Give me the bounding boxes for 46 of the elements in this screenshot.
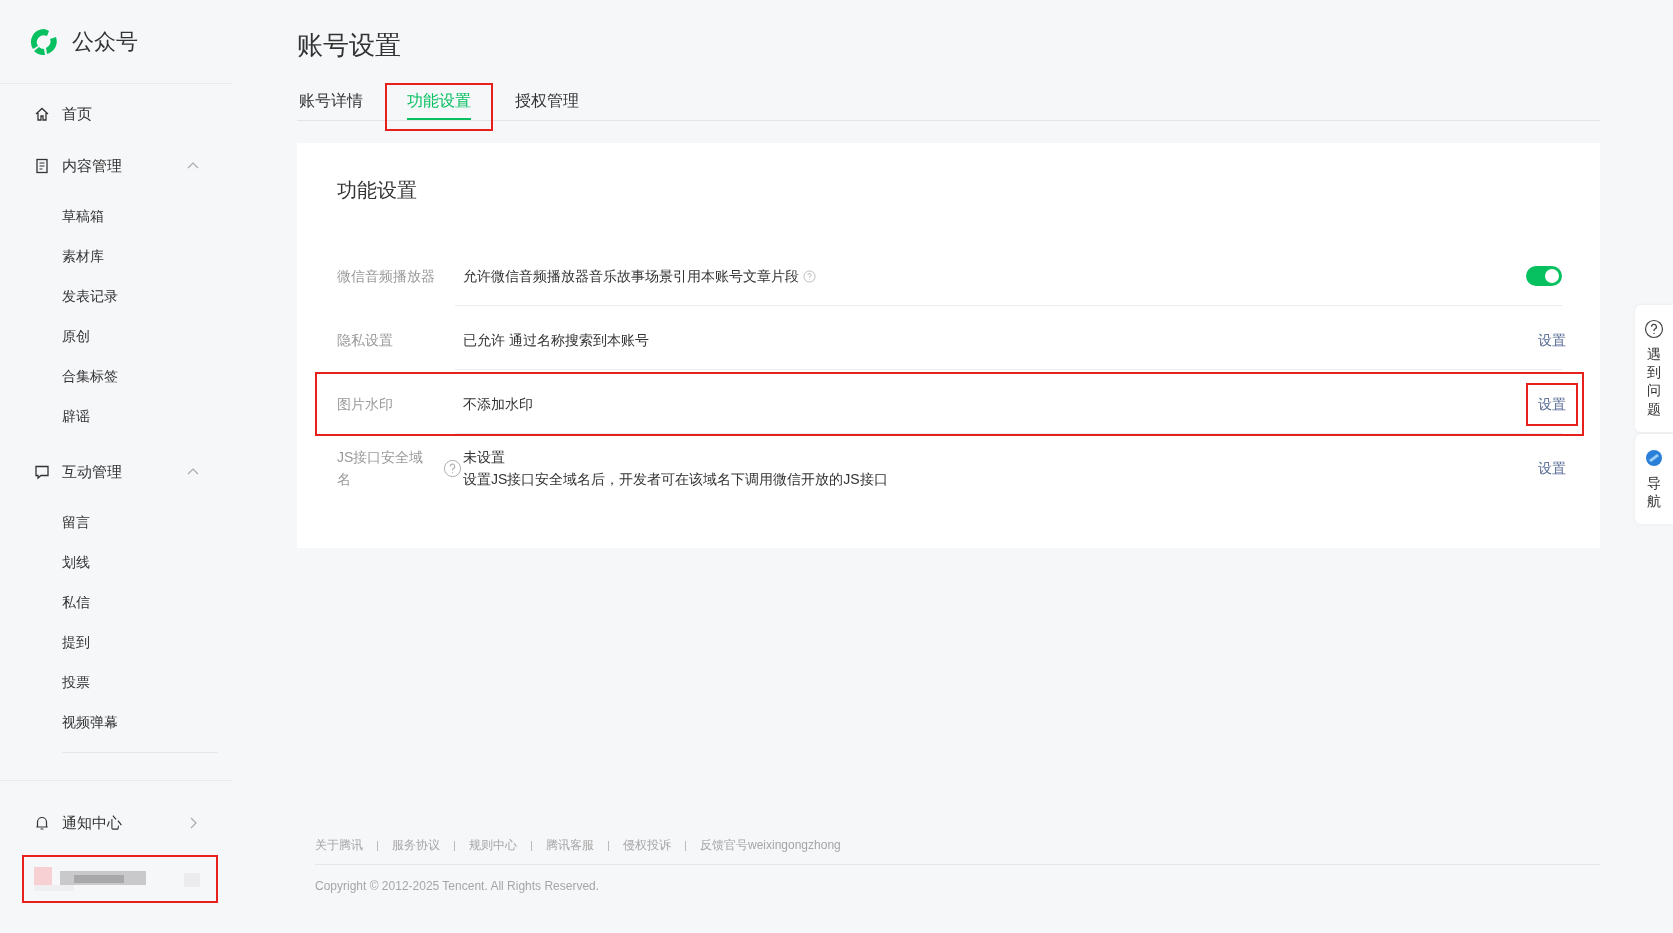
home-icon (34, 106, 50, 122)
nav-subitem[interactable]: 提到 (0, 622, 232, 662)
chat-icon (34, 464, 50, 480)
help-icon[interactable] (803, 269, 816, 283)
copyright-text: Copyright © 2012-2025 Tencent. All Rights Reserved. (315, 878, 601, 893)
setting-value: 不添加水印 (463, 395, 533, 414)
help-icon (1644, 319, 1664, 339)
nav-item[interactable]: 互动管理 (0, 450, 232, 494)
tab[interactable]: 账号详情 (299, 91, 363, 120)
globe-icon (1644, 447, 1664, 468)
setting-label: 图片水印 (337, 395, 394, 414)
nav-subitem[interactable]: 发表记录 (0, 276, 232, 316)
setting-label: 隐私设置 (337, 331, 394, 350)
setting-value: 未设置 (463, 448, 505, 467)
card-title: 功能设置 (337, 178, 418, 203)
settings-link[interactable]: 设置 (1538, 459, 1566, 478)
document-icon (34, 158, 50, 174)
page-title: 账号设置 (297, 29, 402, 62)
help-icon[interactable] (443, 458, 462, 478)
nav-subitem[interactable]: 辟谣 (0, 396, 232, 436)
nav-subitem[interactable]: 私信 (0, 582, 232, 622)
setting-label: JS接口安全域名 (337, 448, 425, 489)
help-button[interactable]: 遇到问题 (1635, 305, 1673, 432)
nav-item[interactable]: 内容管理 (0, 144, 232, 188)
nav-subitem[interactable]: 留言 (0, 502, 232, 542)
settings-link[interactable]: 设置 (1538, 331, 1566, 350)
setting-description: 设置JS接口安全域名后，开发者可在该域名下调用微信开放的JS接口 (463, 470, 889, 489)
nav-subitem[interactable]: 投票 (0, 662, 232, 702)
bell-icon (34, 815, 50, 831)
tab[interactable]: 授权管理 (515, 91, 579, 120)
nav-button[interactable]: 导航 (1635, 433, 1673, 525)
nav-subitem[interactable]: 合集标签 (0, 356, 232, 396)
setting-value: 已允许 通过名称搜索到本账号 (463, 331, 649, 350)
nav-subitem[interactable]: 划线 (0, 542, 232, 582)
nav-subitem[interactable]: 草稿箱 (0, 196, 232, 236)
nav-subitem[interactable]: 素材库 (0, 236, 232, 276)
nav-subitem[interactable]: 视频弹幕 (0, 702, 232, 742)
account-card[interactable] (22, 855, 218, 903)
nav-item[interactable]: 首页 (0, 92, 232, 136)
notification-item[interactable]: 通知中心 (0, 801, 232, 845)
app-name: 公众号 (72, 27, 138, 56)
setting-value: 允许微信音频播放器音乐故事场景引用本账号文章片段 (463, 267, 799, 286)
nav-subitem[interactable]: 原创 (0, 316, 232, 356)
setting-label: 微信音频播放器 (337, 267, 436, 286)
toggle-switch[interactable] (1526, 266, 1562, 286)
settings-link[interactable]: 设置 (1538, 395, 1566, 414)
